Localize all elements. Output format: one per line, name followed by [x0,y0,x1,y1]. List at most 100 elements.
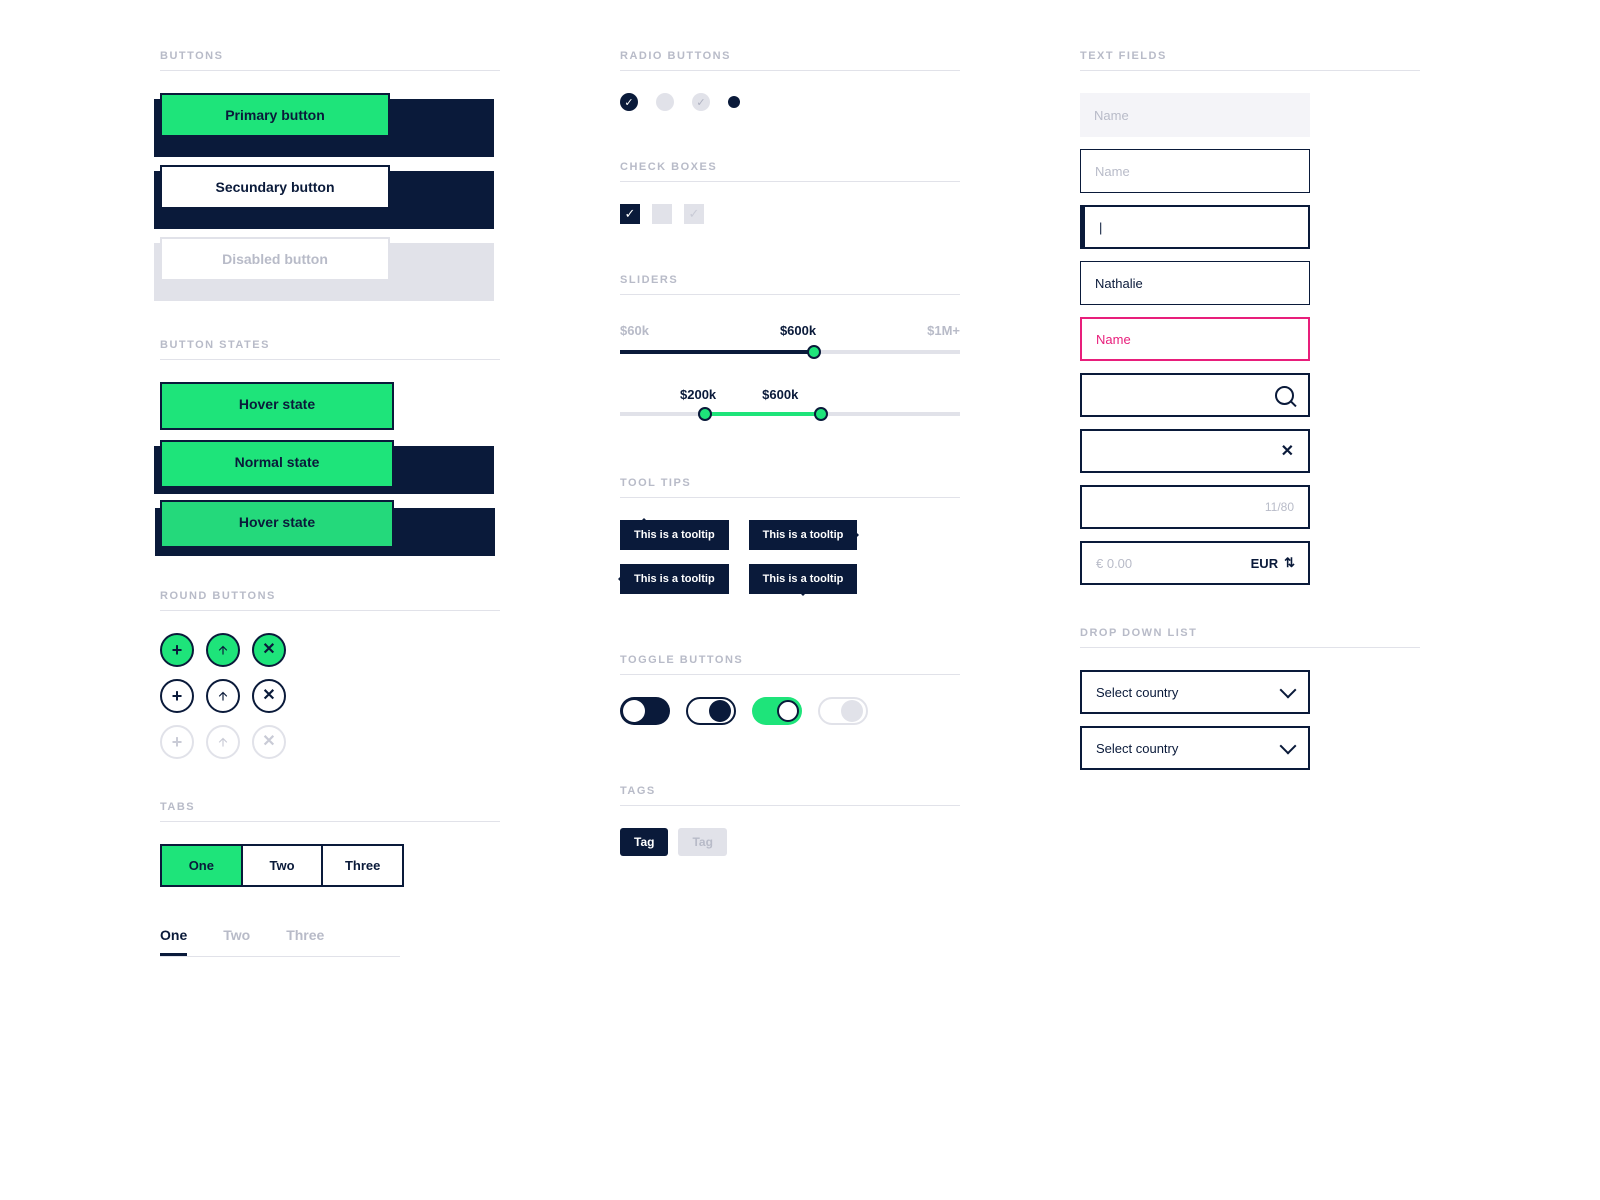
seg-tab-one[interactable]: One [162,846,243,885]
swap-icon[interactable]: ⇅ [1284,555,1294,571]
chevron-down-icon [1280,738,1297,755]
divider [160,610,500,611]
text-field-error[interactable]: Name [1080,317,1310,361]
round-up-disabled [206,725,240,759]
divider [620,181,960,182]
check-icon: ✓ [625,206,636,222]
radio-checked[interactable]: ✓ [620,93,638,111]
toggle-knob [623,700,645,722]
normal-state-button[interactable]: Normal state [160,440,394,488]
round-close-disabled: ✕ [252,725,286,759]
text-field-empty[interactable]: Name [1080,149,1310,193]
radio-disabled-checked: ✓ [692,93,710,111]
divider [620,70,960,71]
text-field-search[interactable] [1080,373,1310,417]
secondary-button-wrap: Secundary button [160,165,500,223]
divider [620,497,960,498]
round-up-green[interactable] [206,633,240,667]
line-tabs: One Two Three [160,917,400,957]
section-tags: TAGS [620,785,960,797]
tooltip-left: This is a tooltip [620,564,729,594]
round-close-green[interactable]: ✕ [252,633,286,667]
toggle-outline-on[interactable] [686,697,736,725]
chevron-down-icon [1280,682,1297,699]
divider [620,805,960,806]
slider-min-label: $60k [620,323,649,338]
divider [160,359,500,360]
range-low-label: $200k [680,387,716,402]
currency-value: € 0.00 [1096,556,1132,571]
line-tab-three[interactable]: Three [286,917,324,956]
divider [160,821,500,822]
check-icon: ✓ [689,206,700,222]
hover-state-button-1[interactable]: Hover state [160,382,394,430]
primary-button-wrap: Primary button [160,93,500,151]
dropdown-country-2[interactable]: Select country [1080,726,1310,770]
search-icon[interactable] [1275,386,1294,405]
range-slider[interactable]: $200k $600k [620,387,960,437]
primary-button[interactable]: Primary button [160,93,390,137]
disabled-button: Disabled button [160,237,390,281]
tag-inactive[interactable]: Tag [678,828,726,856]
divider [160,70,500,71]
text-field-filled[interactable]: Nathalie [1080,261,1310,305]
line-tab-one[interactable]: One [160,917,187,956]
text-field-currency[interactable]: € 0.00 EUR⇅ [1080,541,1310,585]
toggle-green-on[interactable] [752,697,802,725]
toggle-knob [709,700,731,722]
range-knob-low[interactable] [698,407,712,421]
hover-state-button-2[interactable]: Hover state [160,500,394,548]
arrow-up-icon [216,643,230,657]
section-tooltips: TOOL TIPS [620,477,960,489]
toggle-knob [841,700,863,722]
tag-active[interactable]: Tag [620,828,668,856]
text-field-focused[interactable]: | [1080,205,1310,249]
seg-tab-two[interactable]: Two [243,846,324,885]
text-field-disabled: Name [1080,93,1310,137]
disabled-button-wrap: Disabled button [160,237,500,295]
section-radio: RADIO BUTTONS [620,50,960,62]
range-knob-high[interactable] [814,407,828,421]
round-plus-disabled: + [160,725,194,759]
dropdown-country-1[interactable]: Select country [1080,670,1310,714]
section-dropdown: DROP DOWN LIST [1080,627,1420,639]
text-field-clearable[interactable]: ✕ [1080,429,1310,473]
char-counter: 11/80 [1265,500,1294,514]
line-tab-two[interactable]: Two [223,917,250,956]
section-tabs: TABS [160,801,500,813]
divider [1080,647,1420,648]
round-close-white[interactable]: ✕ [252,679,286,713]
single-slider[interactable]: $60k $600k $1M+ [620,323,960,373]
round-up-white[interactable] [206,679,240,713]
arrow-up-icon [216,735,230,749]
slider-max-label: $1M+ [927,323,960,338]
clear-icon[interactable]: ✕ [1281,441,1294,461]
text-field-counter[interactable]: 11/80 [1080,485,1310,529]
divider [620,294,960,295]
tooltip-top: This is a tooltip [620,520,729,550]
checkbox-unchecked[interactable] [652,204,672,224]
section-button-states: BUTTON STATES [160,339,500,351]
arrow-up-icon [216,689,230,703]
checkbox-disabled: ✓ [684,204,704,224]
check-icon: ✓ [696,96,705,109]
toggle-dark-off[interactable] [620,697,670,725]
slider-knob[interactable] [807,345,821,359]
secondary-button[interactable]: Secundary button [160,165,390,209]
dropdown-label: Select country [1096,741,1178,756]
radio-dot[interactable] [728,96,740,108]
section-sliders: SLIDERS [620,274,960,286]
dropdown-label: Select country [1096,685,1178,700]
section-check: CHECK BOXES [620,161,960,173]
divider [1080,70,1420,71]
radio-unchecked[interactable] [656,93,674,111]
section-toggle: TOGGLE BUTTONS [620,654,960,666]
tooltip-bottom: This is a tooltip [749,564,858,594]
segmented-tabs: One Two Three [160,844,404,887]
round-plus-white[interactable]: + [160,679,194,713]
checkbox-checked[interactable]: ✓ [620,204,640,224]
check-icon: ✓ [624,96,633,109]
seg-tab-three[interactable]: Three [323,846,402,885]
round-plus-green[interactable]: + [160,633,194,667]
section-buttons: BUTTONS [160,50,500,62]
